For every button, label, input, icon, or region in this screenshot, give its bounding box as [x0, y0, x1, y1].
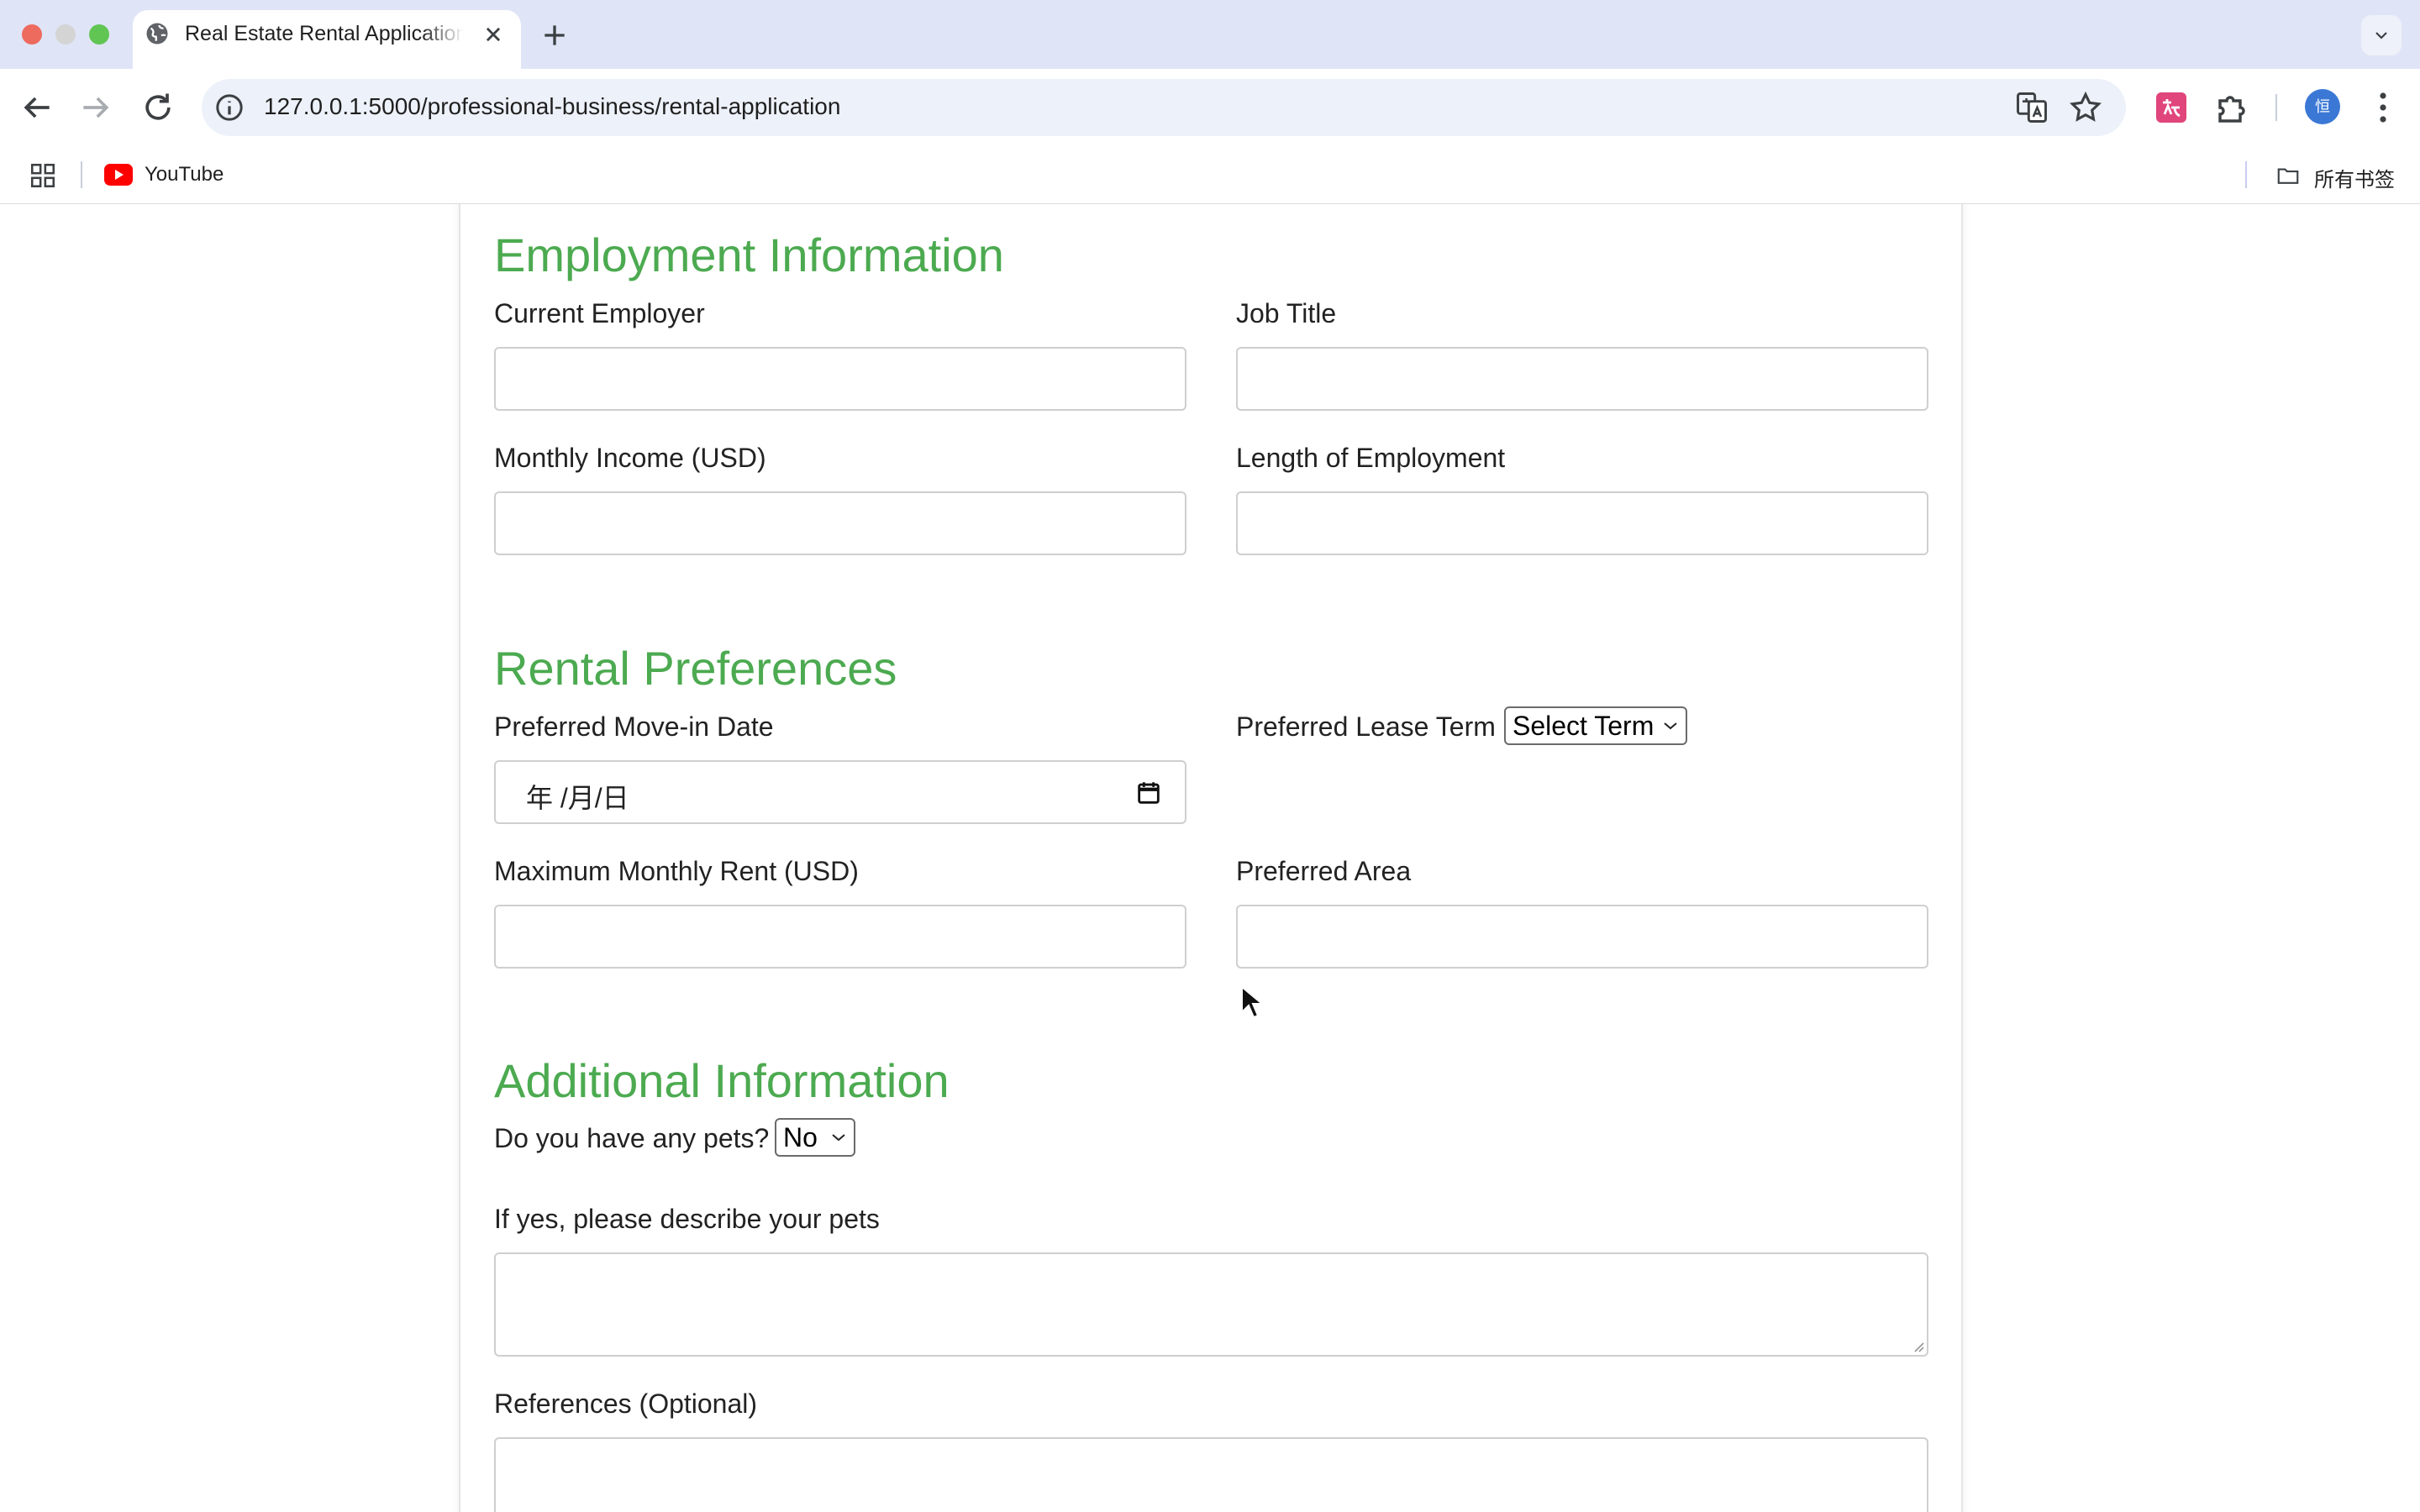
new-tab-icon[interactable] — [538, 18, 571, 52]
bookmarks-separator — [81, 161, 82, 188]
monthly-income-input[interactable] — [494, 491, 1186, 555]
toolbar-separator — [2275, 94, 2277, 121]
application-form-card: Employment Information Current Employer … — [459, 204, 1963, 1512]
preferred-area-input[interactable] — [1236, 905, 1928, 969]
pets-select[interactable]: No — [775, 1118, 855, 1157]
calendar-icon[interactable] — [1134, 779, 1163, 807]
tab-search-button[interactable] — [2361, 15, 2402, 55]
references-textarea[interactable] — [494, 1437, 1928, 1512]
browser-chrome: Real Estate Rental Application 127.0.0.1… — [0, 0, 2420, 205]
maximize-window-button[interactable] — [89, 24, 109, 45]
extensions-puzzle-icon[interactable] — [2212, 87, 2252, 128]
bookmark-star-icon[interactable] — [2067, 89, 2104, 126]
bookmark-youtube[interactable]: YouTube — [104, 158, 239, 192]
active-tab[interactable]: Real Estate Rental Application — [133, 10, 521, 69]
close-tab-icon[interactable] — [479, 20, 508, 49]
page-viewport: Employment Information Current Employer … — [0, 204, 2420, 1512]
close-window-button[interactable] — [22, 24, 42, 45]
minimize-window-button[interactable] — [55, 24, 76, 45]
monthly-income-label: Monthly Income (USD) — [494, 443, 766, 473]
bookmarks-separator — [2245, 161, 2247, 188]
tab-strip: Real Estate Rental Application — [0, 0, 2420, 69]
apps-grid-icon[interactable] — [29, 161, 57, 190]
more-menu-icon[interactable] — [2363, 87, 2403, 128]
tab-title: Real Estate Rental Application — [185, 22, 464, 45]
reload-icon[interactable] — [139, 89, 176, 126]
youtube-icon — [104, 164, 133, 186]
url-text[interactable]: 127.0.0.1:5000/professional-business/ren… — [264, 93, 840, 120]
pets-description-textarea[interactable] — [494, 1252, 1928, 1357]
all-bookmarks-button[interactable]: 所有书签 — [2274, 158, 2408, 192]
mouse-cursor-icon — [1241, 985, 1262, 1019]
chevron-down-icon — [832, 1134, 845, 1142]
max-rent-label: Maximum Monthly Rent (USD) — [494, 856, 859, 886]
length-of-employment-label: Length of Employment — [1236, 443, 1506, 473]
chevron-down-icon — [2375, 32, 2387, 39]
employment-section-title: Employment Information — [494, 228, 1004, 281]
resize-handle-icon[interactable] — [1910, 1338, 1925, 1353]
lease-term-selected: Select Term — [1512, 711, 1655, 741]
rental-section-title: Rental Preferences — [494, 642, 897, 695]
bookmark-label: YouTube — [145, 163, 224, 186]
preferred-area-label: Preferred Area — [1236, 856, 1412, 886]
length-of-employment-input[interactable] — [1236, 491, 1928, 555]
additional-section-title: Additional Information — [494, 1054, 950, 1107]
pets-description-label: If yes, please describe your pets — [494, 1204, 880, 1234]
date-placeholder: 年 /月/日 — [526, 783, 629, 813]
forward-arrow-icon[interactable] — [77, 89, 114, 126]
profile-avatar[interactable]: 恒 — [2305, 89, 2340, 124]
current-employer-label: Current Employer — [494, 298, 705, 328]
profile-initial: 恒 — [2315, 98, 2330, 115]
max-rent-input[interactable] — [494, 905, 1186, 969]
bookmarks-bar: YouTube 所有书签 — [0, 146, 2420, 205]
translate-extension-icon[interactable] — [2151, 87, 2191, 128]
all-bookmarks-label: 所有书签 — [2314, 169, 2395, 192]
lease-term-select[interactable]: Select Term — [1504, 706, 1687, 745]
back-arrow-icon[interactable] — [18, 89, 55, 126]
current-employer-input[interactable] — [494, 347, 1186, 411]
move-in-date-label: Preferred Move-in Date — [494, 711, 774, 742]
job-title-label: Job Title — [1236, 298, 1337, 328]
pets-selected: No — [783, 1122, 818, 1152]
pets-label: Do you have any pets? — [494, 1123, 770, 1153]
job-title-input[interactable] — [1236, 347, 1928, 411]
references-label: References (Optional) — [494, 1389, 758, 1419]
site-info-icon[interactable] — [213, 91, 246, 124]
move-in-date-input[interactable]: 年 /月/日 — [494, 760, 1186, 824]
lease-term-label: Preferred Lease Term — [1236, 711, 1496, 742]
translate-icon[interactable] — [2013, 89, 2050, 126]
folder-icon — [2277, 168, 2299, 184]
globe-icon — [146, 23, 168, 45]
chevron-down-icon — [1664, 722, 1677, 730]
